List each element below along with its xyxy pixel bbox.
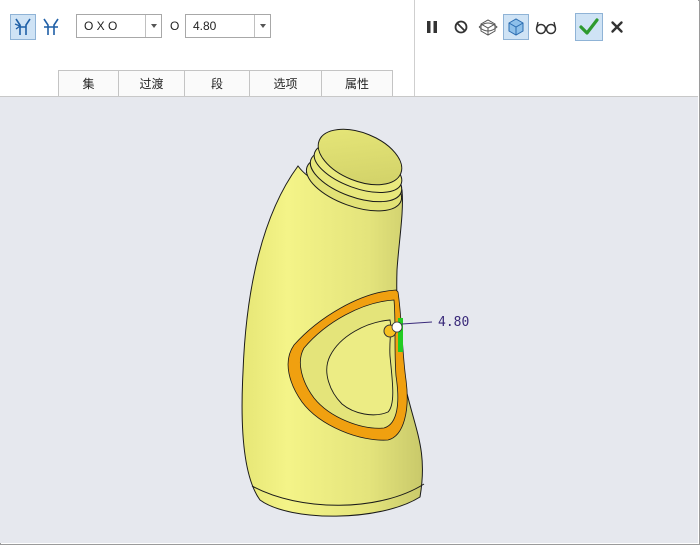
cancel-x-icon [611, 21, 623, 33]
thickness-value: 4.80 [193, 19, 217, 33]
model-canvas[interactable]: 4.80 [0, 97, 698, 543]
ok-button[interactable] [575, 13, 603, 41]
chain-type-value: O X O [84, 19, 118, 33]
view-glasses-icon [535, 21, 557, 35]
chain-type-select[interactable]: O X O [76, 14, 162, 38]
pause-button[interactable] [419, 14, 445, 40]
tab-properties[interactable]: 属性 [321, 70, 393, 96]
chain-one-direction-button[interactable] [10, 14, 36, 40]
dimension-label[interactable]: 4.80 [438, 315, 469, 330]
verify-preview-icon [508, 18, 524, 36]
view-glasses-button[interactable] [533, 14, 559, 40]
tab-options[interactable]: 选项 [249, 70, 322, 96]
toolbar-divider [414, 0, 415, 96]
chevron-down-icon[interactable] [254, 15, 270, 37]
tab-pieces[interactable]: 段 [184, 70, 250, 96]
thickness-input[interactable]: 4.80 [185, 14, 271, 38]
ok-check-icon [579, 18, 599, 35]
chain-one-direction-icon [14, 18, 31, 35]
preview-button[interactable] [475, 14, 501, 40]
chain-both-direction-button[interactable] [38, 14, 64, 40]
preview-icon [478, 19, 498, 36]
no-preview-icon [454, 20, 468, 34]
tab-transitions[interactable]: 过渡 [118, 70, 185, 96]
pause-icon [427, 21, 437, 33]
verify-preview-button[interactable] [503, 14, 529, 40]
cancel-button[interactable] [604, 14, 630, 40]
feature-tabs: 集 过渡 段 选项 属性 [58, 70, 393, 96]
dashboard-toolbar: O X O O 4.80 集 过渡 段 选项 属性 [0, 0, 698, 97]
dimension-leader [401, 321, 433, 325]
graphics-viewport[interactable]: 4.80 [0, 97, 698, 543]
tab-sets[interactable]: 集 [58, 70, 119, 96]
thickness-prefix-label: O [170, 19, 180, 33]
dimension-anchor-handle[interactable] [391, 321, 403, 333]
chevron-down-icon[interactable] [145, 15, 161, 37]
bottle-model[interactable] [241, 118, 433, 517]
no-preview-button[interactable] [448, 14, 474, 40]
chain-both-direction-icon [43, 18, 59, 35]
